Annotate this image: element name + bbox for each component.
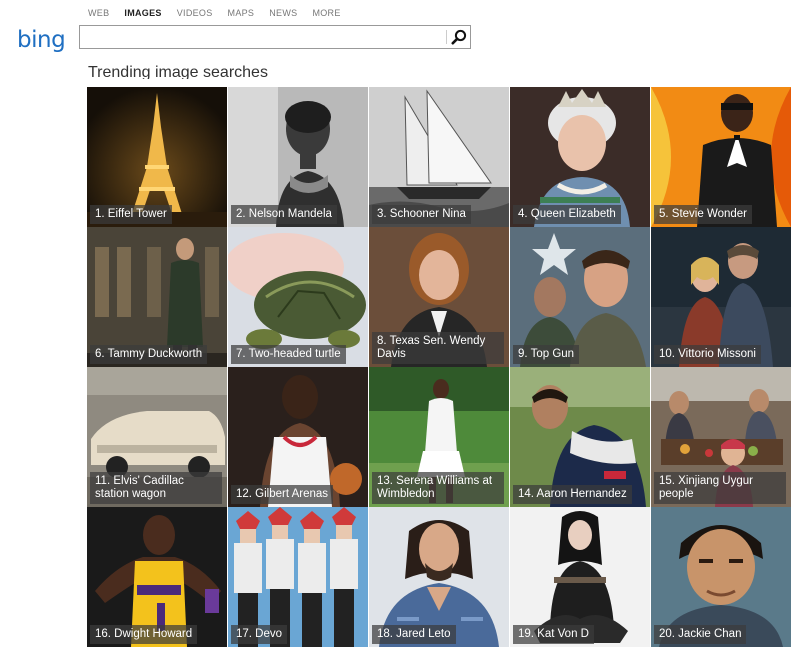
tile-elvis-cadillac[interactable]: 11. Elvis' Cadillac station wagon bbox=[87, 367, 227, 507]
tile-queen-elizabeth[interactable]: 4. Queen Elizabeth bbox=[510, 87, 650, 227]
tile-caption: 15. Xinjiang Uygur people bbox=[654, 472, 786, 504]
tile-caption: 2. Nelson Mandela bbox=[231, 205, 337, 224]
nav-more[interactable]: MORE bbox=[312, 8, 340, 20]
tile-caption: 13. Serena Williams at Wimbledon bbox=[372, 472, 504, 504]
tile-caption: 5. Stevie Wonder bbox=[654, 205, 753, 224]
tile-kat-von-d[interactable]: 19. Kat Von D bbox=[510, 507, 650, 647]
tile-caption: 8. Texas Sen. Wendy Davis bbox=[372, 332, 504, 364]
tile-two-headed-turtle[interactable]: 7. Two-headed turtle bbox=[228, 227, 368, 367]
search-button[interactable] bbox=[448, 26, 470, 48]
magnifier-icon bbox=[451, 29, 467, 45]
nav-web[interactable]: WEB bbox=[88, 8, 109, 20]
tile-caption: 17. Devo bbox=[231, 625, 288, 644]
tile-jared-leto[interactable]: 18. Jared Leto bbox=[369, 507, 509, 647]
nav-maps[interactable]: MAPS bbox=[228, 8, 255, 20]
tile-caption: 7. Two-headed turtle bbox=[231, 345, 346, 364]
tile-xinjiang-uygur-people[interactable]: 15. Xinjiang Uygur people bbox=[651, 367, 791, 507]
nav-videos[interactable]: VIDEOS bbox=[177, 8, 213, 20]
tile-caption: 6. Tammy Duckworth bbox=[90, 345, 208, 364]
tile-aaron-hernandez[interactable]: 14. Aaron Hernandez bbox=[510, 367, 650, 507]
bing-logo[interactable]: bing bbox=[17, 27, 66, 53]
tile-top-gun[interactable]: 9. Top Gun bbox=[510, 227, 650, 367]
trending-grid: 1. Eiffel Tower 2. Nelson Mandela 3. Sch… bbox=[87, 87, 791, 647]
tile-caption: 10. Vittorio Missoni bbox=[654, 345, 761, 364]
tile-caption: 4. Queen Elizabeth bbox=[513, 205, 621, 224]
tile-caption: 11. Elvis' Cadillac station wagon bbox=[90, 472, 222, 504]
nav-images[interactable]: IMAGES bbox=[124, 8, 161, 20]
tile-schooner-nina[interactable]: 3. Schooner Nina bbox=[369, 87, 509, 227]
tile-vittorio-missoni[interactable]: 10. Vittorio Missoni bbox=[651, 227, 791, 367]
tile-jackie-chan[interactable]: 20. Jackie Chan bbox=[651, 507, 791, 647]
tile-caption: 12. Gilbert Arenas bbox=[231, 485, 334, 504]
tile-caption: 19. Kat Von D bbox=[513, 625, 594, 644]
nav-news[interactable]: NEWS bbox=[269, 8, 297, 20]
tile-caption: 9. Top Gun bbox=[513, 345, 580, 364]
tile-caption: 16. Dwight Howard bbox=[90, 625, 198, 644]
tile-devo[interactable]: 17. Devo bbox=[228, 507, 368, 647]
search-box bbox=[79, 25, 471, 49]
tile-dwight-howard[interactable]: 16. Dwight Howard bbox=[87, 507, 227, 647]
tile-eiffel-tower[interactable]: 1. Eiffel Tower bbox=[87, 87, 227, 227]
tile-nelson-mandela[interactable]: 2. Nelson Mandela bbox=[228, 87, 368, 227]
search-input[interactable] bbox=[80, 26, 445, 48]
tile-stevie-wonder[interactable]: 5. Stevie Wonder bbox=[651, 87, 791, 227]
tile-caption: 3. Schooner Nina bbox=[372, 205, 471, 224]
tile-gilbert-arenas[interactable]: 12. Gilbert Arenas bbox=[228, 367, 368, 507]
section-title: Trending image searches bbox=[88, 64, 268, 79]
search-divider bbox=[446, 30, 447, 44]
tile-tammy-duckworth[interactable]: 6. Tammy Duckworth bbox=[87, 227, 227, 367]
tile-wendy-davis[interactable]: 8. Texas Sen. Wendy Davis bbox=[369, 227, 509, 367]
tile-caption: 1. Eiffel Tower bbox=[90, 205, 172, 224]
tile-caption: 18. Jared Leto bbox=[372, 625, 456, 644]
top-nav: WEB IMAGES VIDEOS MAPS NEWS MORE bbox=[88, 8, 356, 20]
tile-serena-williams[interactable]: 13. Serena Williams at Wimbledon bbox=[369, 367, 509, 507]
tile-caption: 14. Aaron Hernandez bbox=[513, 485, 632, 504]
tile-caption: 20. Jackie Chan bbox=[654, 625, 747, 644]
